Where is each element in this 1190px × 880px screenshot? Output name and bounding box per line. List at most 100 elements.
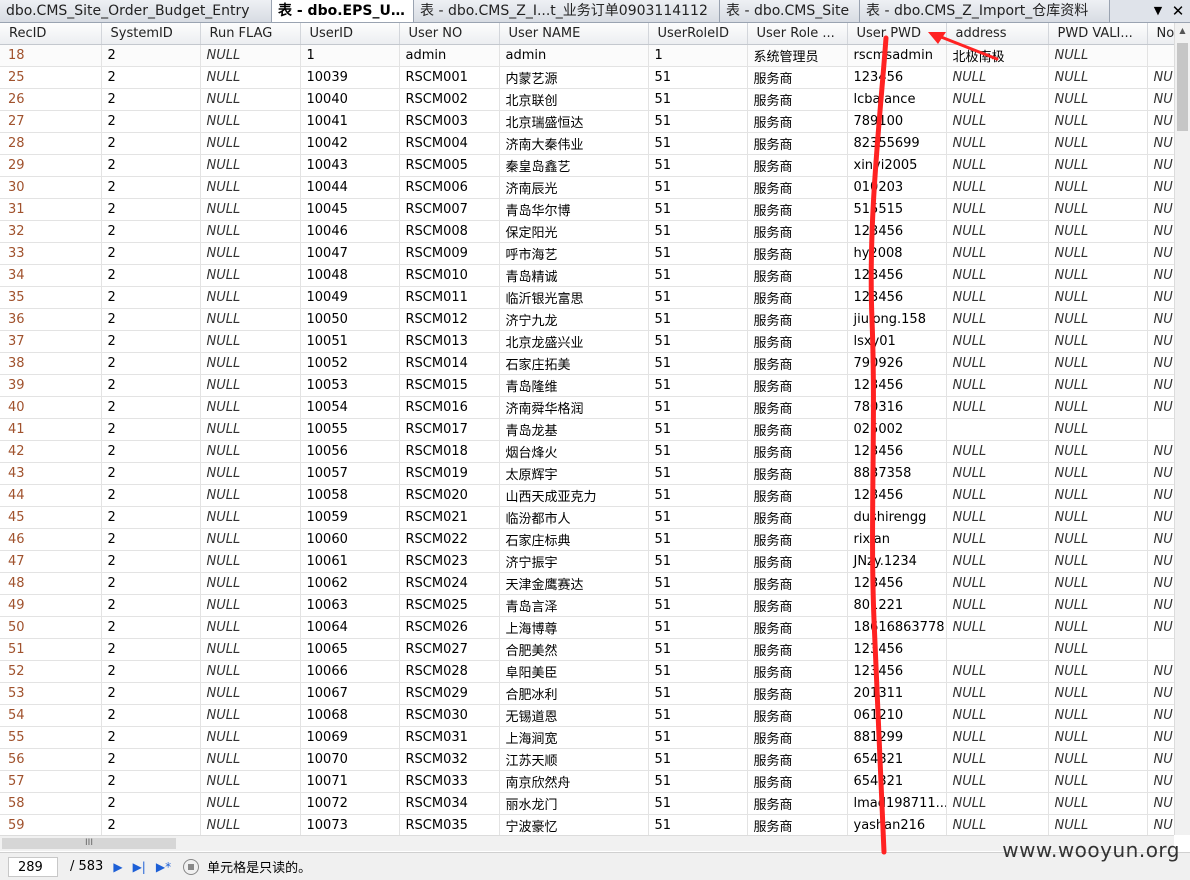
table-cell[interactable]: 50 (0, 616, 102, 639)
table-cell[interactable]: 10045 (300, 198, 400, 221)
table-cell[interactable]: 654321 (847, 748, 947, 771)
table-cell[interactable]: 54 (0, 704, 102, 727)
table-cell[interactable]: NU (1147, 594, 1174, 617)
table-cell[interactable]: NULL (946, 374, 1049, 397)
table-cell[interactable]: NULL (1048, 704, 1148, 727)
table-cell[interactable]: NULL (200, 572, 301, 595)
table-cell[interactable]: NULL (1048, 154, 1148, 177)
table-cell[interactable]: 2 (101, 330, 201, 353)
table-cell[interactable]: 服务商 (747, 308, 848, 331)
table-cell[interactable]: 服务商 (747, 220, 848, 243)
column-header[interactable]: SystemID (101, 23, 201, 45)
table-cell[interactable]: 1 (648, 44, 748, 67)
table-cell[interactable]: 服务商 (747, 572, 848, 595)
table-cell[interactable]: 8837358 (847, 462, 947, 485)
table-cell[interactable]: 2 (101, 154, 201, 177)
table-cell[interactable]: NULL (1048, 286, 1148, 309)
current-row-input[interactable]: 289 (8, 856, 58, 877)
table-cell[interactable]: 10039 (300, 66, 400, 89)
table-cell[interactable]: admin (399, 44, 500, 67)
table-cell[interactable]: lsxy01 (847, 330, 947, 353)
column-header[interactable]: UserRoleID (648, 23, 748, 45)
table-row[interactable]: 29 2 NULL 10043 RSCM005 秦皇岛鑫艺 51 服务商 xinyi2005 NU… (0, 154, 1174, 177)
table-cell[interactable]: 51 (648, 704, 748, 727)
column-header[interactable]: No (1147, 23, 1174, 45)
table-cell[interactable]: NU (1147, 352, 1174, 375)
table-cell[interactable]: NULL (1048, 88, 1148, 111)
table-cell[interactable]: 32 (0, 220, 102, 243)
table-cell[interactable]: NULL (200, 594, 301, 617)
table-cell[interactable]: 36 (0, 308, 102, 331)
table-cell[interactable]: rixian (847, 528, 947, 551)
table-cell[interactable]: 无锡道恩 (499, 704, 649, 727)
table-cell[interactable]: 2 (101, 396, 201, 419)
table-row[interactable]: 33 2 NULL 10047 RSCM009 呼市海艺 51 服务商 hy2008 NULL NU… (0, 242, 1174, 265)
table-cell[interactable]: 10047 (300, 242, 400, 265)
table-cell[interactable]: NULL (1048, 550, 1148, 573)
table-cell[interactable]: 济南舜华格润 (499, 396, 649, 419)
tab-3[interactable]: 表 - dbo.CMS_Z_I...t_业务订单0903114112 (414, 0, 720, 22)
table-cell[interactable]: 10054 (300, 396, 400, 419)
new-record-icon[interactable]: ▶* (156, 860, 171, 874)
close-tab-icon[interactable]: ✕ (1169, 0, 1187, 22)
table-cell[interactable]: 烟台烽火 (499, 440, 649, 463)
table-cell[interactable]: NULL (1048, 748, 1148, 771)
table-row[interactable]: 46 2 NULL 10060 RSCM022 石家庄标典 51 服务商 rixian NULL N… (0, 528, 1174, 551)
table-cell[interactable]: 秦皇岛鑫艺 (499, 154, 649, 177)
table-cell[interactable]: NULL (200, 616, 301, 639)
table-cell[interactable]: 123456 (847, 286, 947, 309)
table-cell[interactable]: 51 (648, 814, 748, 835)
table-cell[interactable]: 061210 (847, 704, 947, 727)
table-cell[interactable]: 2 (101, 88, 201, 111)
table-cell[interactable]: NU (1147, 154, 1174, 177)
table-row[interactable]: 26 2 NULL 10040 RSCM002 北京联创 51 服务商 lcbalance NUL… (0, 88, 1174, 111)
table-cell[interactable]: NULL (946, 814, 1049, 835)
tab-5[interactable]: 表 - dbo.CMS_Z_Import_仓库资料 (860, 0, 1110, 22)
table-cell[interactable]: RSCM013 (399, 330, 500, 353)
table-cell[interactable]: 10048 (300, 264, 400, 287)
table-cell[interactable]: 515515 (847, 198, 947, 221)
table-cell[interactable]: 服务商 (747, 814, 848, 835)
table-cell[interactable]: 10061 (300, 550, 400, 573)
table-cell[interactable]: NULL (946, 616, 1049, 639)
scroll-up-icon[interactable]: ▲ (1175, 23, 1190, 39)
table-cell[interactable]: 10046 (300, 220, 400, 243)
table-cell[interactable]: 51 (648, 660, 748, 683)
table-cell[interactable]: RSCM021 (399, 506, 500, 529)
table-cell[interactable]: NULL (1048, 660, 1148, 683)
table-cell[interactable]: NULL (200, 198, 301, 221)
table-cell[interactable]: 10053 (300, 374, 400, 397)
table-cell[interactable]: 济宁振宇 (499, 550, 649, 573)
table-cell[interactable]: rscmsadmin (847, 44, 947, 67)
table-cell[interactable]: 呼市海艺 (499, 242, 649, 265)
table-cell[interactable]: 51 (648, 418, 748, 441)
table-cell[interactable]: RSCM027 (399, 638, 500, 661)
table-cell[interactable]: 服务商 (747, 682, 848, 705)
table-cell[interactable]: RSCM018 (399, 440, 500, 463)
table-cell[interactable]: 51 (648, 264, 748, 287)
table-cell[interactable]: NU (1147, 330, 1174, 353)
table-cell[interactable]: 46 (0, 528, 102, 551)
table-cell[interactable]: 2 (101, 374, 201, 397)
table-cell[interactable]: 南京欣然舟 (499, 770, 649, 793)
table-cell[interactable]: 宁波豪忆 (499, 814, 649, 835)
table-cell[interactable]: 青岛龙基 (499, 418, 649, 441)
table-cell[interactable]: 10069 (300, 726, 400, 749)
table-cell[interactable]: NULL (200, 242, 301, 265)
table-row[interactable]: 39 2 NULL 10053 RSCM015 青岛隆维 51 服务商 123456 NULL NU… (0, 374, 1174, 397)
table-cell[interactable]: RSCM034 (399, 792, 500, 815)
table-cell[interactable]: NULL (200, 462, 301, 485)
table-cell[interactable]: 55 (0, 726, 102, 749)
table-cell[interactable]: 保定阳光 (499, 220, 649, 243)
table-cell[interactable]: NU (1147, 726, 1174, 749)
table-cell[interactable]: 28 (0, 132, 102, 155)
table-cell[interactable]: RSCM022 (399, 528, 500, 551)
table-cell[interactable]: NULL (946, 726, 1049, 749)
table-cell[interactable]: NULL (946, 594, 1049, 617)
table-cell[interactable]: 2 (101, 748, 201, 771)
table-cell[interactable]: NULL (946, 264, 1049, 287)
column-header[interactable]: User NAME (499, 23, 649, 45)
table-cell[interactable]: NU (1147, 704, 1174, 727)
table-cell[interactable]: 上海涧宽 (499, 726, 649, 749)
table-cell[interactable]: NULL (1048, 110, 1148, 133)
